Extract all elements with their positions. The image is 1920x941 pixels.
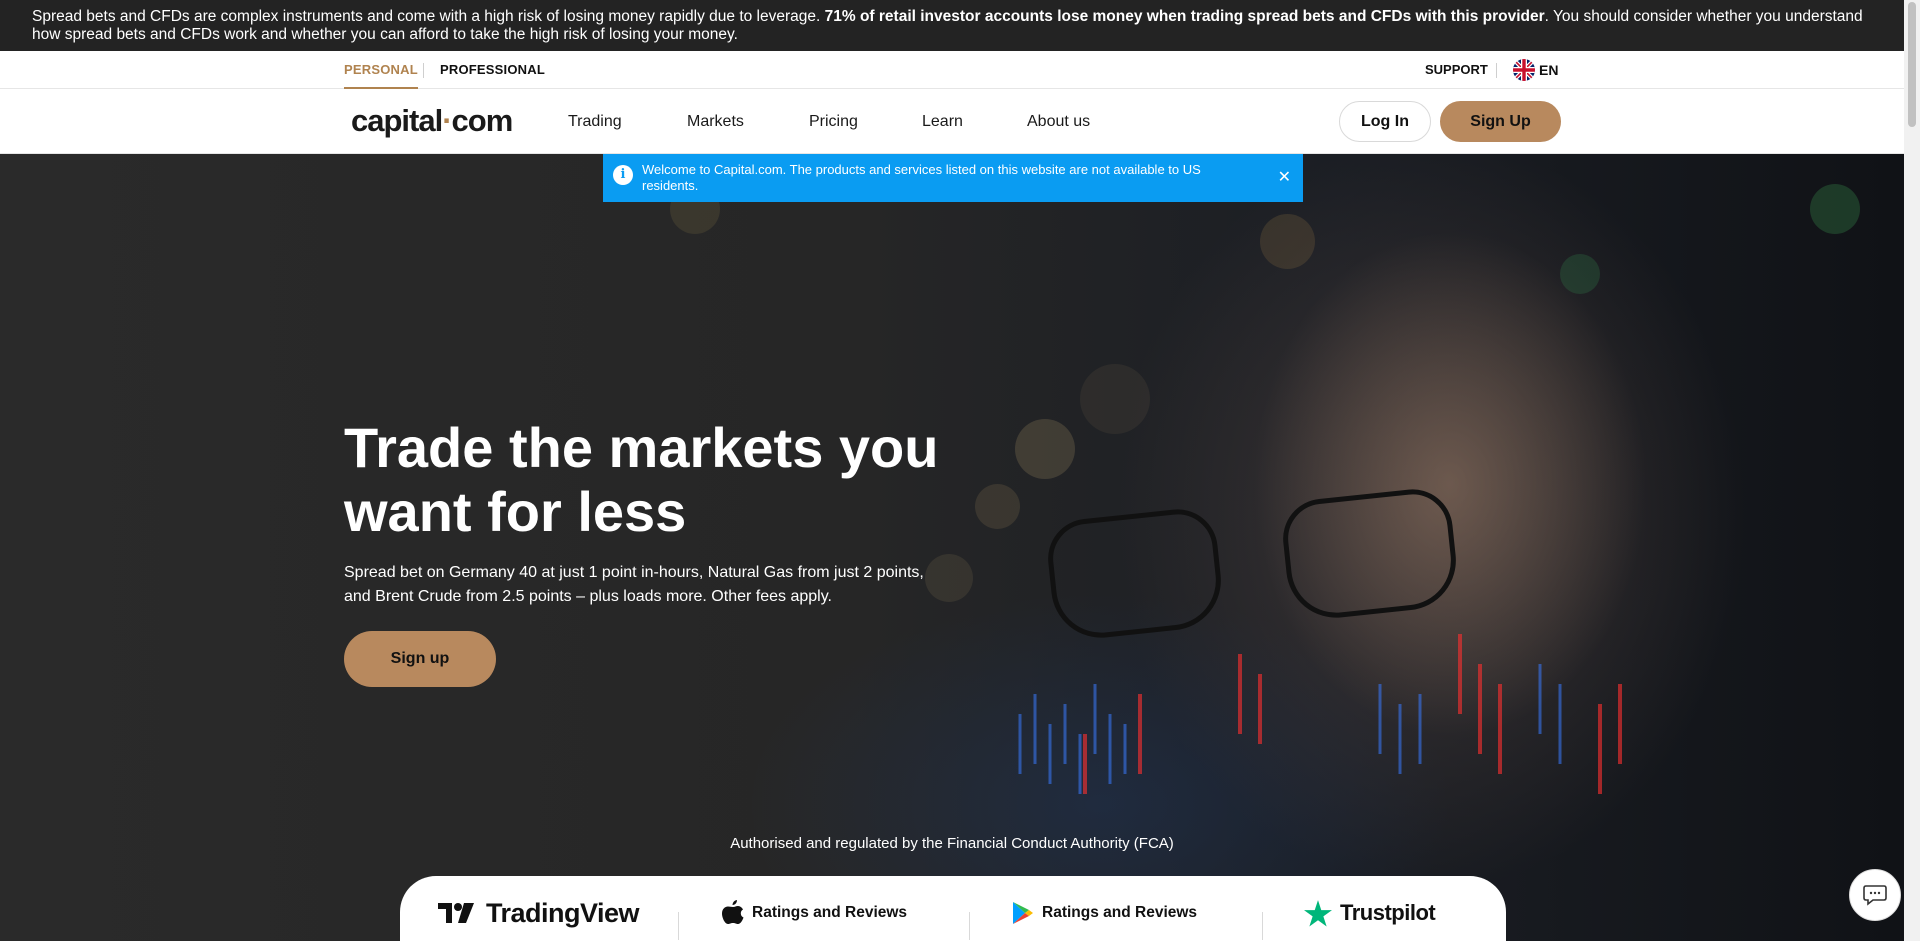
tab-professional[interactable]: PROFESSIONAL <box>440 51 545 88</box>
chart-reflection-graphic <box>1018 634 1622 794</box>
apple-icon <box>722 900 744 924</box>
main-navigation: capital·com Trading Markets Pricing Lear… <box>0 89 1904 154</box>
hero-title: Trade the markets you want for less <box>344 416 939 543</box>
page-scrollbar[interactable] <box>1904 0 1920 941</box>
tab-personal[interactable]: PERSONAL <box>344 51 418 89</box>
scrollbar-thumb[interactable] <box>1908 2 1916 127</box>
nav-item-pricing[interactable]: Pricing <box>809 89 858 154</box>
banner-message: Welcome to Capital.com. The products and… <box>642 162 1201 193</box>
info-icon: i <box>613 165 633 185</box>
risk-warning-bar: Spread bets and CFDs are complex instrum… <box>0 0 1904 51</box>
bokeh-light <box>925 554 973 602</box>
risk-warning-text: Spread bets and CFDs are complex instrum… <box>32 8 825 25</box>
support-link[interactable]: SUPPORT <box>1425 51 1488 88</box>
ratings-strip: TradingView Ratings and Reviews Ratings … <box>400 876 1506 941</box>
bokeh-light <box>1015 419 1075 479</box>
bokeh-light <box>1260 214 1315 269</box>
nav-item-markets[interactable]: Markets <box>687 89 744 154</box>
close-icon[interactable]: ✕ <box>1278 167 1291 187</box>
chat-button[interactable] <box>1849 869 1901 921</box>
risk-warning-bold: 71% of retail investor accounts lose mon… <box>824 8 1545 25</box>
segment-divider <box>423 63 424 78</box>
uk-flag-icon <box>1513 59 1535 81</box>
rating-divider <box>969 912 970 940</box>
rating-app-store[interactable]: Ratings and Reviews <box>722 898 907 928</box>
app-store-ratings-label: Ratings and Reviews <box>752 904 908 921</box>
language-label: EN <box>1539 62 1559 78</box>
bokeh-light <box>1080 364 1150 434</box>
rating-divider <box>678 912 679 940</box>
chat-bubble-icon <box>1863 885 1887 906</box>
tradingview-label: TradingView <box>486 897 640 928</box>
nav-item-trading[interactable]: Trading <box>568 89 622 154</box>
capital-com-logo[interactable]: capital·com <box>351 103 514 139</box>
us-residents-notice-banner: i Welcome to Capital.com. The products a… <box>603 154 1303 202</box>
rating-tradingview[interactable]: TradingView <box>438 897 640 928</box>
trustpilot-star-icon <box>1304 899 1332 926</box>
logo-dot: · <box>442 103 452 138</box>
rating-divider <box>1262 912 1263 940</box>
logo-text-capital: capital <box>351 103 443 138</box>
nav-item-about-us[interactable]: About us <box>1027 89 1090 154</box>
google-play-ratings-label: Ratings and Reviews <box>1042 904 1198 921</box>
hero-subtitle: Spread bet on Germany 40 at just 1 point… <box>344 564 924 605</box>
fca-regulation-text: Authorised and regulated by the Financia… <box>730 835 1174 852</box>
top-strip: PERSONAL PROFESSIONAL SUPPORT EN <box>0 51 1904 89</box>
hero-signup-button[interactable]: Sign up <box>344 631 496 687</box>
hero-section: Trade the markets you want for less Spre… <box>0 154 1904 941</box>
google-play-icon <box>1013 902 1033 924</box>
rating-trustpilot[interactable]: Trustpilot <box>1304 898 1436 928</box>
language-selector[interactable]: EN <box>1513 59 1558 81</box>
login-button[interactable]: Log In <box>1339 101 1431 142</box>
rating-google-play[interactable]: Ratings and Reviews <box>1012 898 1197 928</box>
logo-text-com: com <box>451 103 514 138</box>
bokeh-light <box>1560 254 1600 294</box>
trustpilot-label: Trustpilot <box>1340 900 1436 925</box>
tradingview-logo-icon <box>438 903 474 923</box>
language-divider <box>1496 63 1497 78</box>
bokeh-light <box>1810 184 1860 234</box>
nav-item-learn[interactable]: Learn <box>922 89 963 154</box>
signup-button[interactable]: Sign Up <box>1440 101 1561 142</box>
